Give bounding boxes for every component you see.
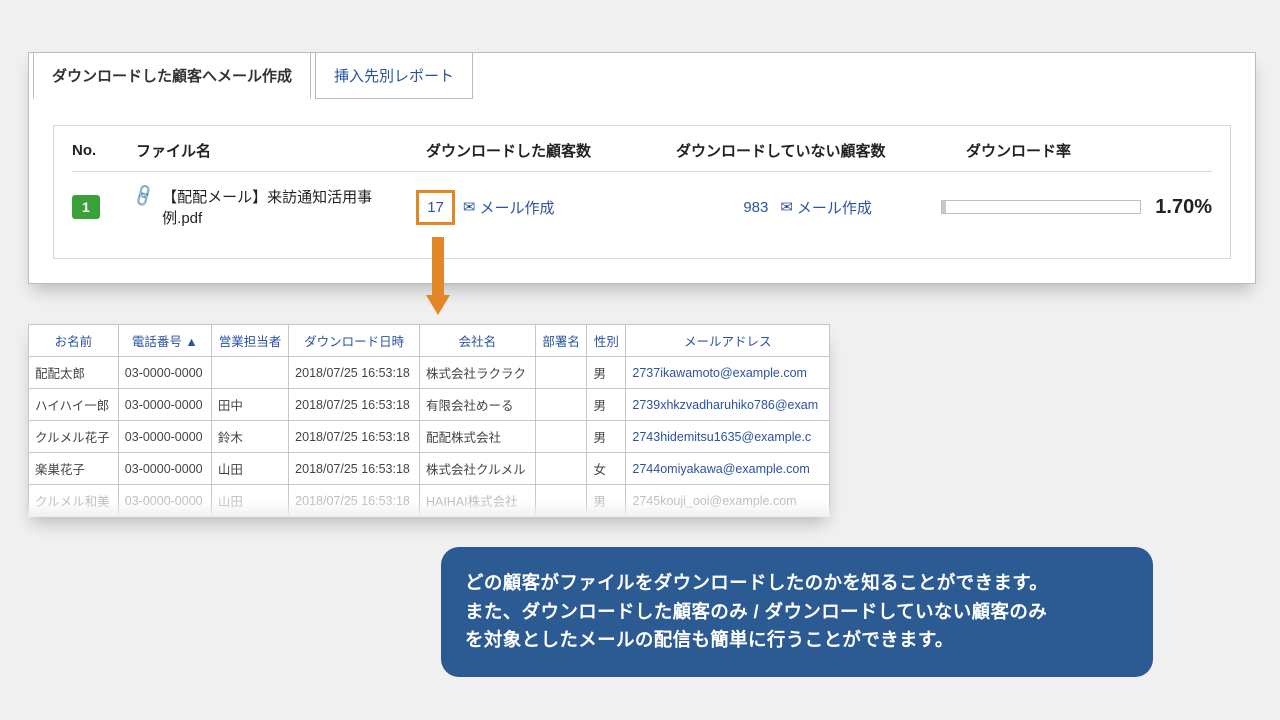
file-table-row: 1 🔗 【配配メール】来訪通知活用事例.pdf 17 ✉ メール作成 983 ✉… [72, 171, 1212, 242]
cell-gender: 男 [587, 357, 626, 389]
cell-company: 株式会社クルメル [419, 453, 535, 485]
cell-gender: 女 [587, 453, 626, 485]
callout-line-1: どの顧客がファイルをダウンロードしたのかを知ることができます。 [465, 569, 1129, 598]
cell-email[interactable]: 2739xhkzvadharuhiko786@exam [626, 389, 830, 421]
downloaded-count-link[interactable]: 17 [416, 190, 455, 225]
customer-table: お名前 電話番号 ▲ 営業担当者 ダウンロード日時 会社名 部署名 性別 メール… [28, 324, 830, 517]
not-downloaded-count-link[interactable]: 983 [739, 199, 772, 216]
col-not-download-count: ダウンロードしていない顧客数 [676, 140, 966, 161]
file-table-header: No. ファイル名 ダウンロードした顧客数 ダウンロードしていない顧客数 ダウン… [72, 140, 1212, 171]
arrow-down-icon [426, 237, 450, 315]
cell-dept [535, 421, 587, 453]
mail-compose-not-downloaded[interactable]: ✉ メール作成 [780, 197, 872, 218]
cell-tel: 03-0000-0000 [118, 357, 211, 389]
col-file: ファイル名 [136, 140, 426, 161]
cell-date: 2018/07/25 16:53:18 [289, 389, 420, 421]
cell-email[interactable]: 2737ikawamoto@example.com [626, 357, 830, 389]
cust-col-name[interactable]: お名前 [29, 325, 119, 357]
mail-compose-downloaded[interactable]: ✉ メール作成 [463, 197, 555, 218]
cell-company: 有限会社めーる [419, 389, 535, 421]
table-row: ハイハイ一郎03-0000-0000田中2018/07/25 16:53:18有… [29, 389, 830, 421]
cell-sales [211, 357, 288, 389]
cell-date: 2018/07/25 16:53:18 [289, 453, 420, 485]
cell-name: 楽巣花子 [29, 453, 119, 485]
cust-col-gender[interactable]: 性別 [587, 325, 626, 357]
tabs: ダウンロードした顧客へメール作成 挿入先別レポート [33, 52, 477, 99]
cell-sales: 山田 [211, 453, 288, 485]
col-no: No. [72, 142, 136, 159]
customer-table-panel: お名前 電話番号 ▲ 営業担当者 ダウンロード日時 会社名 部署名 性別 メール… [28, 324, 830, 517]
file-name: 【配配メール】来訪通知活用事例.pdf [162, 186, 402, 228]
description-callout: どの顧客がファイルをダウンロードしたのかを知ることができます。 また、ダウンロー… [441, 547, 1153, 677]
cell-tel: 03-0000-0000 [118, 389, 211, 421]
file-table: No. ファイル名 ダウンロードした顧客数 ダウンロードしていない顧客数 ダウン… [53, 125, 1231, 259]
cell-name: クルメル花子 [29, 421, 119, 453]
cell-tel: 03-0000-0000 [118, 453, 211, 485]
download-rate-value: 1.70% [1155, 196, 1212, 219]
cell-name: 配配太郎 [29, 357, 119, 389]
download-rate-bar [941, 200, 1141, 214]
cust-col-dl-date[interactable]: ダウンロード日時 [289, 325, 420, 357]
cust-col-dept[interactable]: 部署名 [535, 325, 587, 357]
callout-line-2: また、ダウンロードした顧客のみ / ダウンロードしていない顧客のみ [465, 598, 1129, 627]
envelope-icon: ✉ [780, 198, 793, 216]
cell-tel: 03-0000-0000 [118, 421, 211, 453]
cell-company: 配配株式会社 [419, 421, 535, 453]
attachment-icon: 🔗 [131, 182, 158, 209]
cell-sales: 田中 [211, 389, 288, 421]
cell-email[interactable]: 2743hidemitsu1635@example.c [626, 421, 830, 453]
cell-dept [535, 453, 587, 485]
tab-compose-downloaded[interactable]: ダウンロードした顧客へメール作成 [33, 52, 311, 99]
table-row: クルメル花子03-0000-0000鈴木2018/07/25 16:53:18配… [29, 421, 830, 453]
envelope-icon: ✉ [463, 198, 476, 216]
cell-name: ハイハイ一郎 [29, 389, 119, 421]
cell-email[interactable]: 2744omiyakawa@example.com [626, 453, 830, 485]
col-download-count: ダウンロードした顧客数 [426, 140, 676, 161]
cell-dept [535, 357, 587, 389]
cust-col-sales[interactable]: 営業担当者 [211, 325, 288, 357]
cust-col-tel[interactable]: 電話番号 ▲ [118, 325, 211, 357]
cell-date: 2018/07/25 16:53:18 [289, 357, 420, 389]
mail-compose-label: メール作成 [479, 197, 554, 218]
cell-gender: 男 [587, 421, 626, 453]
cell-gender: 男 [587, 389, 626, 421]
cell-sales: 鈴木 [211, 421, 288, 453]
col-download-rate: ダウンロード率 [966, 140, 1212, 161]
cell-date: 2018/07/25 16:53:18 [289, 421, 420, 453]
table-row: 楽巣花子03-0000-0000山田2018/07/25 16:53:18株式会… [29, 453, 830, 485]
tab-insert-report[interactable]: 挿入先別レポート [315, 52, 473, 99]
table-row: 配配太郎03-0000-0000 2018/07/25 16:53:18株式会社ラ… [29, 357, 830, 389]
mail-compose-label: メール作成 [797, 197, 872, 218]
cell-dept [535, 389, 587, 421]
cell-company: 株式会社ラクラク [419, 357, 535, 389]
row-index-badge: 1 [72, 195, 100, 219]
download-rate-bar-fill [942, 201, 945, 213]
callout-line-3: を対象としたメールの配信も簡単に行うことができます。 [465, 626, 1129, 655]
cust-col-email[interactable]: メールアドレス [626, 325, 830, 357]
table-fade [28, 501, 830, 517]
cust-col-company[interactable]: 会社名 [419, 325, 535, 357]
